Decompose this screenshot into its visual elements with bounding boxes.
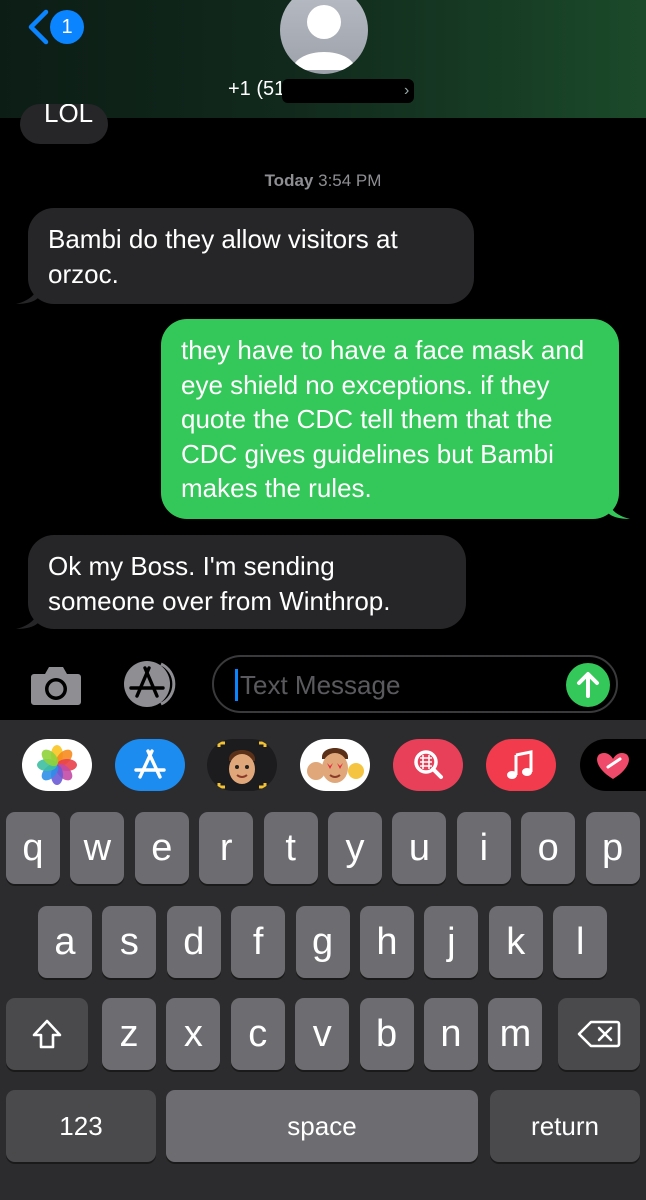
bubble-tail	[16, 282, 38, 304]
key-p[interactable]: p	[585, 812, 640, 884]
key-a[interactable]: a	[38, 906, 92, 978]
memoji-button[interactable]	[207, 739, 277, 791]
partial-incoming-bubble: LOL	[20, 104, 108, 144]
key-g[interactable]: g	[295, 906, 350, 978]
app-store-strip-button[interactable]	[115, 739, 185, 791]
music-icon	[507, 750, 533, 779]
message-placeholder: Text Message	[240, 670, 401, 700]
key-c[interactable]: c	[230, 998, 285, 1070]
photos-app-button[interactable]	[22, 739, 92, 791]
key-u[interactable]: u	[392, 812, 447, 884]
key-r[interactable]: r	[199, 812, 254, 884]
numbers-key[interactable]: 123	[6, 1090, 156, 1162]
camera-icon	[31, 667, 81, 705]
photos-icon	[37, 745, 77, 785]
redaction-mark	[282, 79, 414, 103]
conversation-header: 1 +1 (516 › LOL	[0, 0, 646, 144]
contact-avatar[interactable]	[280, 0, 368, 74]
key-h[interactable]: h	[360, 906, 414, 978]
timestamp-day: Today	[264, 171, 314, 190]
arrow-up-icon	[577, 672, 599, 698]
key-b[interactable]: b	[359, 998, 414, 1070]
text-caret	[235, 669, 238, 701]
key-z[interactable]: z	[102, 998, 156, 1070]
key-i[interactable]: i	[456, 812, 511, 884]
app-store-button[interactable]	[121, 660, 183, 708]
shift-icon	[32, 1019, 62, 1049]
app-store-icon	[124, 661, 176, 707]
memoji-stickers-icon	[307, 748, 364, 783]
key-v[interactable]: v	[295, 998, 350, 1070]
message-text: they have to have a face mask and eye sh…	[181, 335, 585, 503]
digital-touch-button[interactable]	[580, 739, 646, 791]
bubble-tail	[16, 607, 38, 629]
chevron-right-icon[interactable]: ›	[404, 82, 409, 100]
key-n[interactable]: n	[424, 998, 478, 1070]
key-k[interactable]: k	[488, 906, 543, 978]
delete-key[interactable]	[558, 998, 640, 1070]
memoji-stickers-button[interactable]	[300, 739, 370, 791]
key-m[interactable]: m	[488, 998, 543, 1070]
message-text: Ok my Boss. I'm sending someone over fro…	[48, 551, 391, 616]
bubble-tail	[608, 497, 630, 519]
key-q[interactable]: q	[6, 812, 60, 884]
incoming-message-bubble[interactable]: Bambi do they allow visitors at orzoc.	[28, 208, 474, 304]
image-search-button[interactable]	[393, 739, 463, 791]
shift-key[interactable]	[6, 998, 88, 1070]
timestamp-time: 3:54 PM	[318, 171, 382, 190]
backspace-icon	[577, 1020, 621, 1048]
back-button[interactable]: 1	[26, 8, 86, 46]
send-button[interactable]	[566, 663, 610, 707]
key-f[interactable]: f	[231, 906, 286, 978]
space-key[interactable]: space	[166, 1090, 478, 1162]
return-key[interactable]: return	[490, 1090, 640, 1162]
message-timestamp: Today 3:54 PM	[0, 171, 646, 191]
partial-message-text: LOL	[44, 104, 94, 128]
key-x[interactable]: x	[166, 998, 221, 1070]
key-e[interactable]: e	[134, 812, 189, 884]
key-j[interactable]: j	[424, 906, 479, 978]
message-input[interactable]: Text Message	[212, 655, 618, 713]
unread-badge: 1	[50, 10, 84, 44]
app-store-icon	[134, 749, 166, 779]
person-silhouette-icon	[292, 5, 356, 70]
digital-touch-icon	[597, 753, 629, 779]
incoming-message-bubble[interactable]: Ok my Boss. I'm sending someone over fro…	[28, 535, 466, 629]
key-w[interactable]: w	[70, 812, 125, 884]
key-s[interactable]: s	[102, 906, 157, 978]
memoji-icon	[217, 741, 267, 789]
music-button[interactable]	[486, 739, 556, 791]
key-l[interactable]: l	[553, 906, 608, 978]
key-t[interactable]: t	[263, 812, 318, 884]
key-y[interactable]: y	[328, 812, 382, 884]
outgoing-message-bubble[interactable]: they have to have a face mask and eye sh…	[161, 319, 619, 519]
key-o[interactable]: o	[521, 812, 576, 884]
image-search-icon	[414, 750, 443, 779]
message-text: Bambi do they allow visitors at orzoc.	[48, 224, 398, 289]
camera-button[interactable]	[30, 664, 82, 706]
key-d[interactable]: d	[166, 906, 221, 978]
chevron-left-icon	[28, 9, 49, 45]
